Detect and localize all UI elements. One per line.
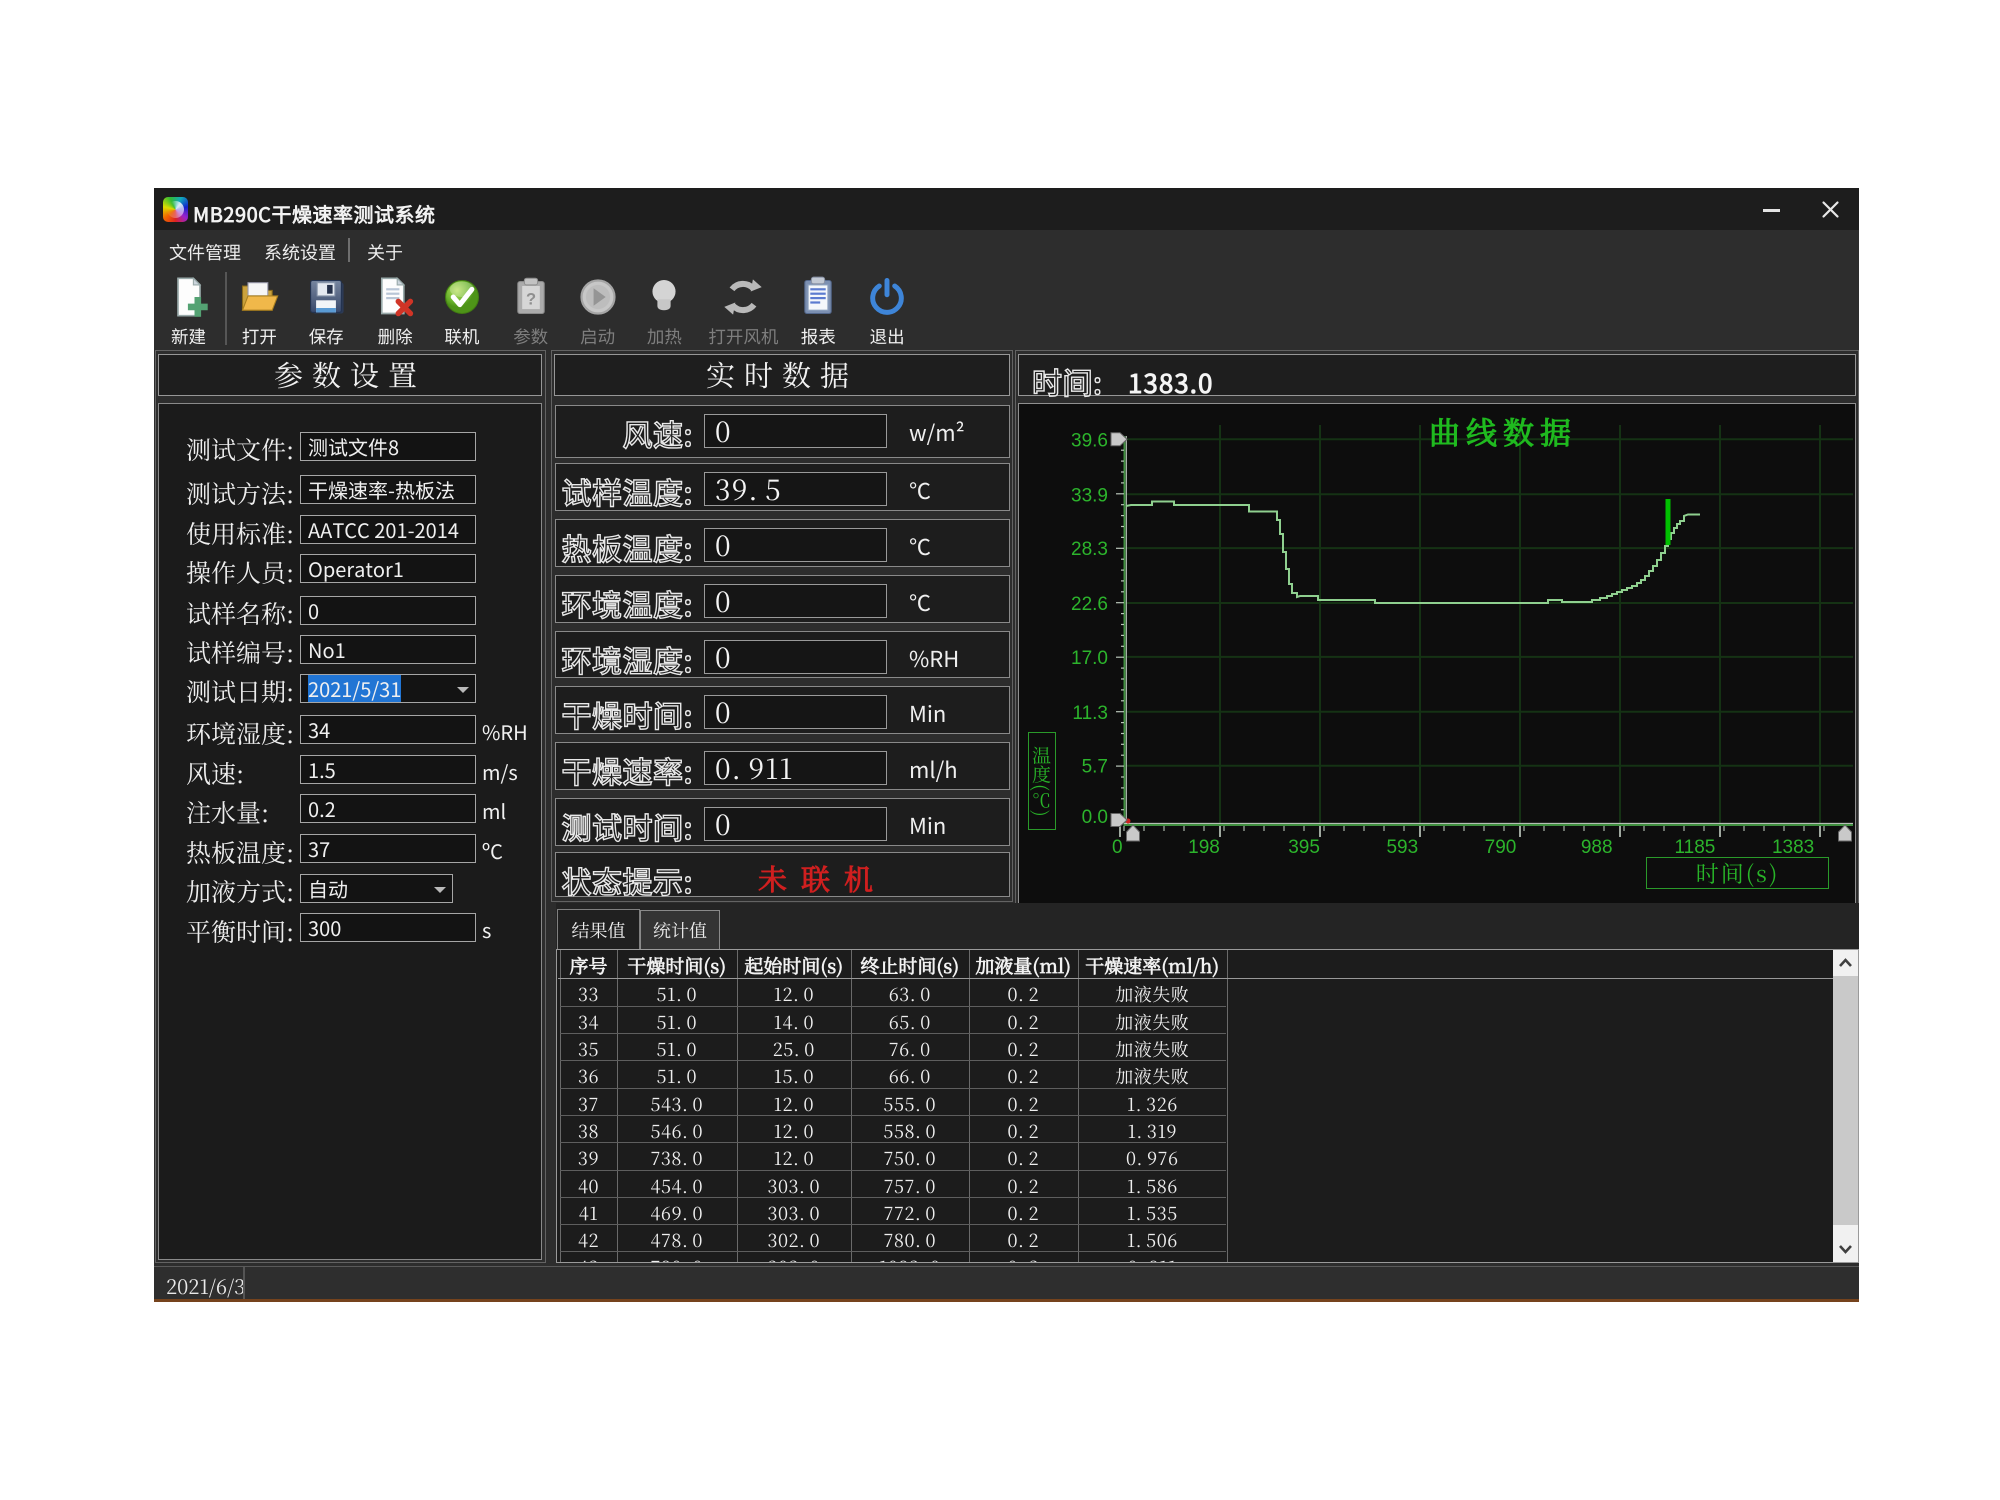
- svg-text:1383: 1383: [1772, 837, 1814, 858]
- svg-text:28.3: 28.3: [1071, 539, 1108, 560]
- svg-text:39.6: 39.6: [1071, 430, 1108, 451]
- svg-text:1185: 1185: [1674, 837, 1715, 858]
- svg-text:17.0: 17.0: [1071, 648, 1108, 669]
- svg-text:11.3: 11.3: [1072, 703, 1108, 724]
- svg-text:22.6: 22.6: [1071, 594, 1108, 615]
- svg-text:?: ?: [526, 291, 536, 309]
- svg-text:790: 790: [1485, 837, 1517, 858]
- svg-text:0: 0: [1112, 837, 1123, 858]
- svg-text:33.9: 33.9: [1071, 485, 1108, 506]
- svg-text:5.7: 5.7: [1082, 757, 1108, 778]
- svg-text:198: 198: [1188, 837, 1220, 858]
- svg-text:395: 395: [1288, 837, 1320, 858]
- svg-text:0.0: 0.0: [1082, 807, 1108, 828]
- svg-text:988: 988: [1581, 837, 1613, 858]
- svg-text:593: 593: [1386, 837, 1418, 858]
